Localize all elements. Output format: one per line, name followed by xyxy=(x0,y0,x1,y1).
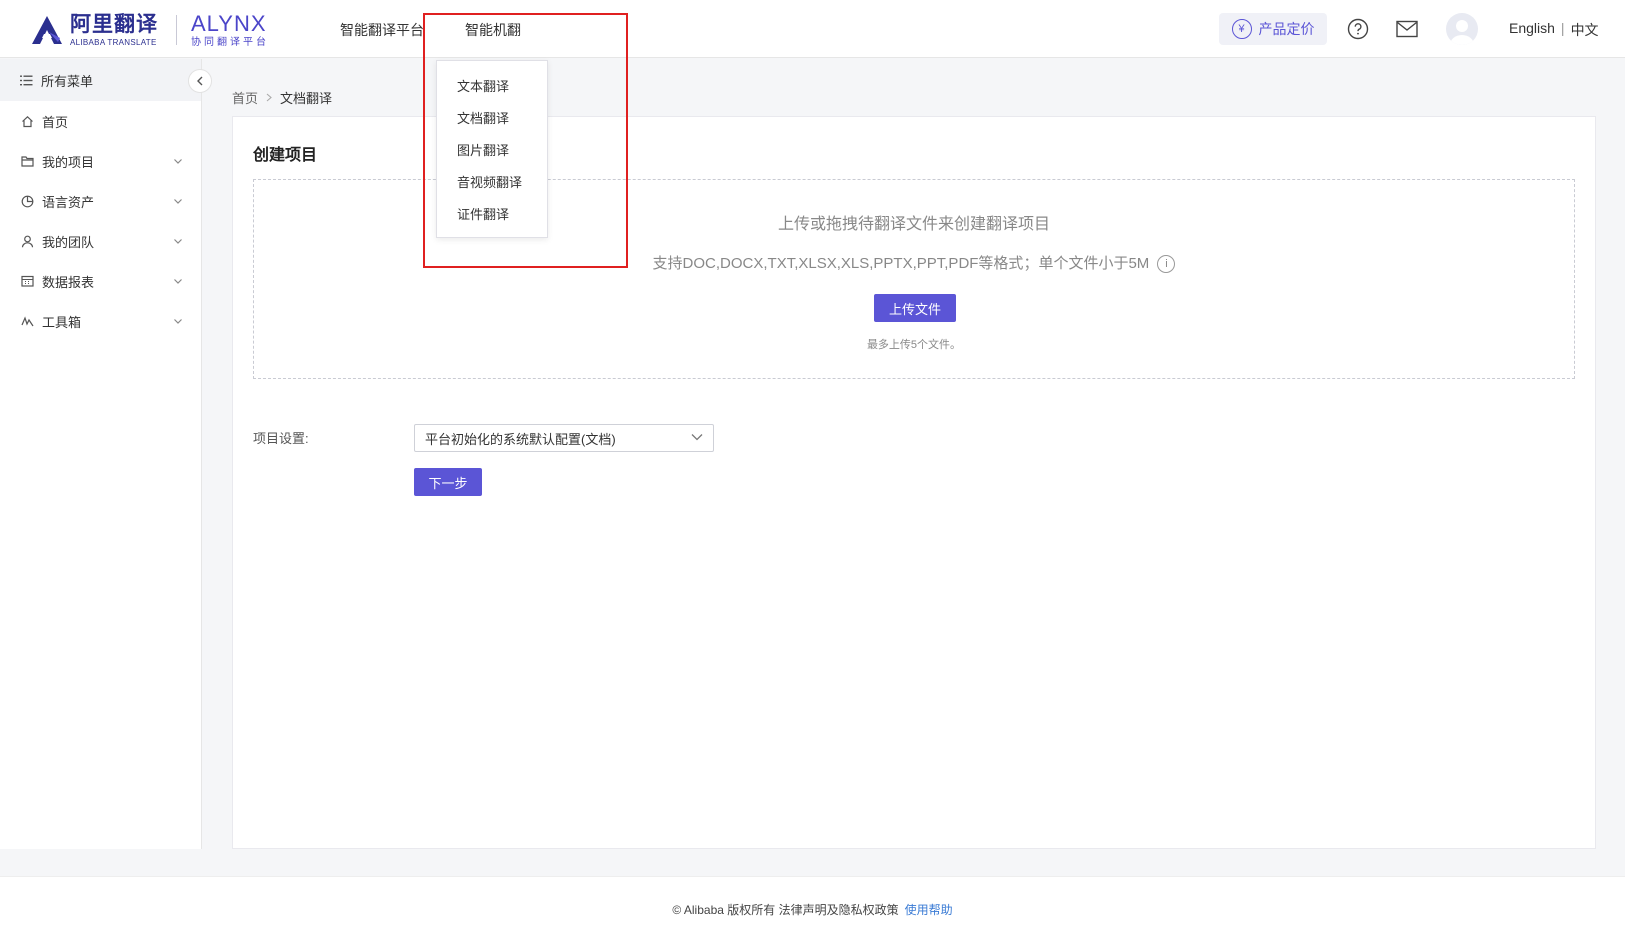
avatar[interactable] xyxy=(1446,13,1478,45)
dropdown-item-document-translation[interactable]: 文档翻译 xyxy=(437,103,547,135)
sidebar: 所有菜单 首页 我的项目 语言资产 我的团队 数据报表 工具箱 xyxy=(0,59,212,849)
list-icon xyxy=(20,75,33,85)
home-icon xyxy=(20,114,34,128)
sidebar-item-label: 数据报表 xyxy=(42,274,95,290)
pricing-label: 产品定价 xyxy=(1258,21,1315,37)
sidebar-item-home[interactable]: 首页 xyxy=(0,101,201,141)
folder-icon xyxy=(20,154,34,168)
calendar-icon xyxy=(20,274,34,288)
breadcrumb-current: 文档翻译 xyxy=(280,91,333,106)
project-setting-value: 平台初始化的系统默认配置(文档) xyxy=(425,431,616,447)
pricing-button[interactable]: ¥ 产品定价 xyxy=(1219,13,1327,45)
avatar-icon xyxy=(1450,20,1474,45)
sidebar-item-label: 我的项目 xyxy=(42,154,95,170)
sidebar-item-team[interactable]: 我的团队 xyxy=(0,221,201,261)
dropzone-formats-text: 支持DOC,DOCX,TXT,XLSX,XLS,PPTX,PPT,PDF等格式；… xyxy=(652,255,1150,272)
yen-icon: ¥ xyxy=(1231,19,1252,39)
brand-subtitle: 协同翻译平台 xyxy=(191,36,269,48)
nav-platform[interactable]: 智能翻译平台 xyxy=(340,20,424,40)
project-setting-label: 项目设置: xyxy=(253,431,309,446)
help-icon[interactable] xyxy=(1346,17,1370,41)
machine-translation-dropdown: 文本翻译 文档翻译 图片翻译 音视频翻译 证件翻译 xyxy=(436,60,548,238)
logo-en-text: ALIBABA TRANSLATE xyxy=(70,37,157,47)
sidebar-item-label: 我的团队 xyxy=(42,234,95,250)
chevron-right-icon xyxy=(266,93,272,102)
chevron-down-icon xyxy=(174,199,182,204)
mail-icon[interactable] xyxy=(1395,17,1419,41)
tool-icon xyxy=(20,314,34,328)
sidebar-item-reports[interactable]: 数据报表 xyxy=(0,261,201,301)
upload-file-button[interactable]: 上传文件 xyxy=(874,294,956,322)
sidebar-item-label: 语言资产 xyxy=(42,194,95,210)
chevron-down-icon xyxy=(691,434,703,441)
dropdown-item-text-translation[interactable]: 文本翻译 xyxy=(437,71,547,103)
dropdown-item-av-translation[interactable]: 音视频翻译 xyxy=(437,167,547,199)
dropdown-item-image-translation[interactable]: 图片翻译 xyxy=(437,135,547,167)
footer-copyright[interactable]: © Alibaba 版权所有 法律声明及隐私权政策 xyxy=(672,903,898,917)
sidebar-collapse-button[interactable] xyxy=(188,69,212,93)
upload-limit-hint: 最多上传5个文件。 xyxy=(866,339,962,351)
user-icon xyxy=(20,234,34,248)
chevron-down-icon xyxy=(174,319,182,324)
brand-name: ALYNX xyxy=(191,10,267,36)
chevron-down-icon xyxy=(174,239,182,244)
chevron-down-icon xyxy=(174,279,182,284)
sidebar-all-menus[interactable]: 所有菜单 xyxy=(0,59,201,101)
lang-chinese[interactable]: 中文 xyxy=(1571,20,1599,40)
sidebar-head-label: 所有菜单 xyxy=(41,73,94,89)
chevron-left-icon xyxy=(197,76,203,86)
lang-english[interactable]: English xyxy=(1509,20,1555,40)
nav-machine-translation[interactable]: 智能机翻 xyxy=(465,20,521,40)
footer-help-link[interactable]: 使用帮助 xyxy=(905,903,953,917)
chevron-down-icon xyxy=(174,159,182,164)
pie-icon xyxy=(20,194,34,208)
dropzone-formats: 支持DOC,DOCX,TXT,XLSX,XLS,PPTX,PPT,PDF等格式；… xyxy=(254,252,1574,274)
logo-mark-icon xyxy=(32,16,62,44)
language-switch: English | 中文 xyxy=(1509,20,1599,40)
project-setting-select[interactable]: 平台初始化的系统默认配置(文档) xyxy=(414,424,714,452)
logo-cn-text: 阿里翻译 xyxy=(70,12,158,36)
sidebar-item-language-assets[interactable]: 语言资产 xyxy=(0,181,201,221)
lang-separator: | xyxy=(1560,20,1565,36)
sidebar-item-projects[interactable]: 我的项目 xyxy=(0,141,201,181)
logo-divider xyxy=(176,15,177,45)
sidebar-item-label: 首页 xyxy=(42,114,69,130)
top-header: 阿里翻译 ALIBABA TRANSLATE ALYNX 协同翻译平台 智能翻译… xyxy=(0,0,1625,58)
breadcrumb-home[interactable]: 首页 xyxy=(232,88,258,107)
info-icon[interactable]: i xyxy=(1157,255,1176,274)
page-title: 创建项目 xyxy=(253,147,318,164)
footer: © Alibaba 版权所有 法律声明及隐私权政策 使用帮助 xyxy=(0,876,1625,939)
breadcrumb: 首页 文档翻译 xyxy=(232,88,332,107)
sidebar-item-label: 工具箱 xyxy=(42,314,82,330)
next-step-button[interactable]: 下一步 xyxy=(414,468,482,496)
dropdown-item-certificate-translation[interactable]: 证件翻译 xyxy=(437,199,547,231)
alibaba-translate-logo[interactable]: 阿里翻译 ALIBABA TRANSLATE ALYNX 协同翻译平台 xyxy=(30,12,269,48)
sidebar-item-toolbox[interactable]: 工具箱 xyxy=(0,301,201,341)
